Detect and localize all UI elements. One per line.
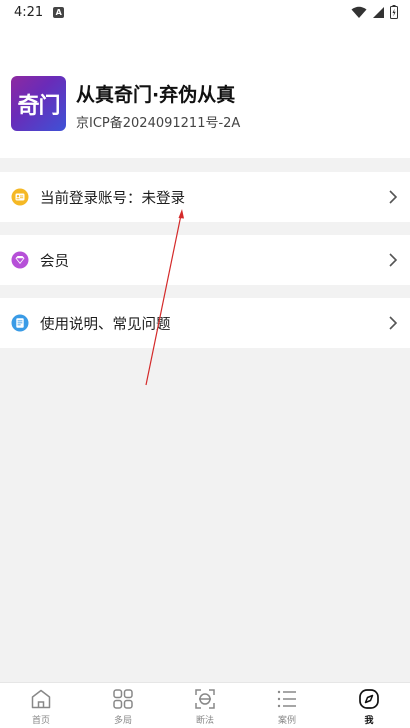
tab-label: 多局 xyxy=(113,716,132,726)
menu-item-label: 当前登录账号：未登录 xyxy=(40,190,185,207)
menu-item-label: 使用说明、常见问题 xyxy=(40,316,171,333)
bottom-tab-bar: 首页 多局 断法 案例 我 xyxy=(0,682,410,728)
list-icon xyxy=(277,690,296,708)
status-left: 4:21 A xyxy=(14,4,65,20)
status-time: 4:21 xyxy=(14,4,44,20)
app-header: 奇门 从真奇门·弃伪从真 京ICP备2024091211号-2A xyxy=(0,24,410,158)
vip-diamond-icon xyxy=(11,251,29,269)
tab-label: 断法 xyxy=(195,716,214,726)
chevron-right-icon xyxy=(389,316,398,330)
chevron-right-icon xyxy=(389,253,398,267)
menu-item-help[interactable]: 使用说明、常见问题 xyxy=(0,298,410,348)
tab-label: 首页 xyxy=(31,716,50,726)
tab-label: 案例 xyxy=(277,716,296,726)
tab-me[interactable]: 我 xyxy=(328,683,410,728)
chevron-right-icon xyxy=(389,190,398,204)
document-icon xyxy=(11,314,29,332)
scan-icon xyxy=(195,689,215,709)
tab-label: 我 xyxy=(364,716,374,726)
status-right xyxy=(351,5,398,19)
signal-icon xyxy=(373,6,384,18)
wifi-icon xyxy=(351,6,367,18)
grid-icon xyxy=(113,689,133,709)
battery-icon xyxy=(390,5,398,19)
tab-analysis[interactable]: 断法 xyxy=(164,683,246,728)
status-bar: 4:21 A xyxy=(0,0,410,24)
icp-number: 京ICP备2024091211号-2A xyxy=(76,116,241,131)
account-icon xyxy=(11,188,29,206)
menu-item-label: 会员 xyxy=(40,253,69,270)
app-title: 从真奇门·弃伪从真 xyxy=(76,84,236,106)
tab-home[interactable]: 首页 xyxy=(0,683,82,728)
a-icon: A xyxy=(53,6,65,18)
menu-item-vip[interactable]: 会员 xyxy=(0,235,410,285)
app-logo-text: 奇门 xyxy=(17,93,60,119)
tab-cases[interactable]: 案例 xyxy=(246,683,328,728)
tab-multi[interactable]: 多局 xyxy=(82,683,164,728)
home-icon xyxy=(31,689,51,709)
compass-icon xyxy=(359,689,379,709)
menu-item-account[interactable]: 当前登录账号：未登录 xyxy=(0,172,410,222)
app-logo: 奇门 xyxy=(11,76,66,131)
